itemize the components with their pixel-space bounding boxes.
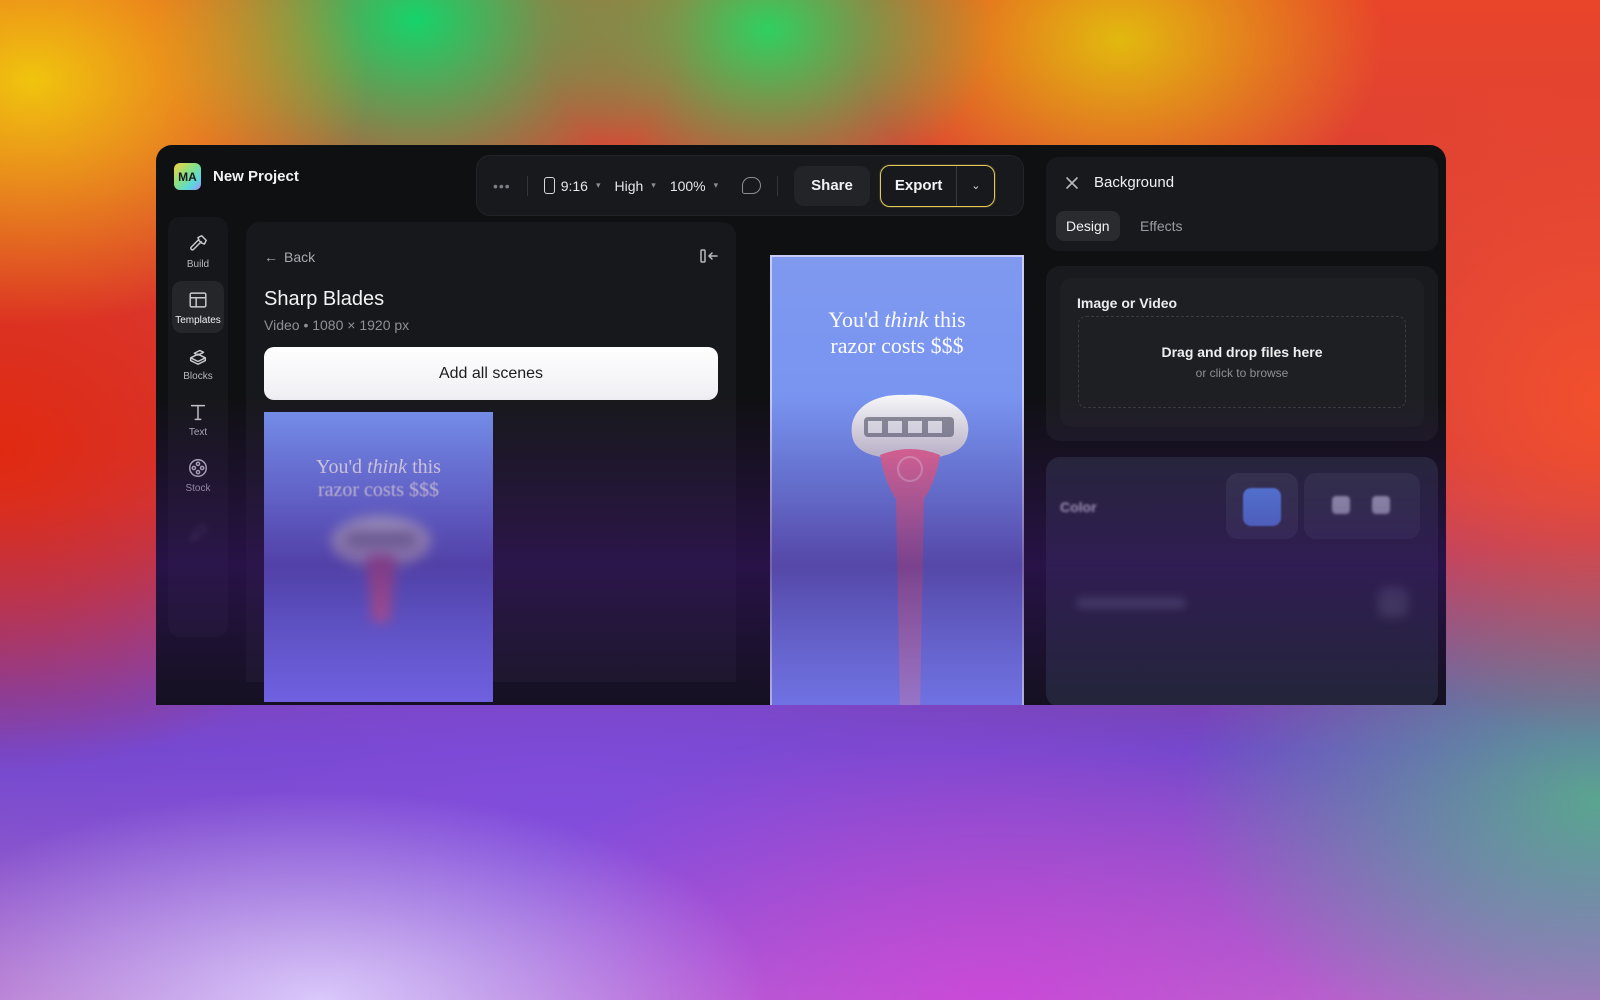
razor-image bbox=[331, 516, 431, 622]
fit-option-button[interactable] bbox=[1372, 496, 1390, 514]
scene-thumbnail[interactable]: You'd think this razor costs $$$ bbox=[264, 412, 493, 702]
quality-value: High bbox=[614, 177, 644, 194]
background-inspector-header: Background Design Effects bbox=[1046, 157, 1438, 251]
dropzone-title: Drag and drop files here bbox=[1161, 344, 1323, 360]
scene-thumbnail-caption: You'd think this razor costs $$$ bbox=[264, 456, 493, 502]
film-reel-icon bbox=[189, 458, 207, 477]
chevron-down-icon: ▾ bbox=[713, 180, 719, 190]
headline-emphasis: think bbox=[884, 307, 929, 332]
collapse-panel-icon[interactable] bbox=[700, 248, 718, 264]
rail-item-text[interactable]: Text bbox=[172, 393, 224, 445]
rail-item-templates[interactable]: Templates bbox=[172, 281, 224, 333]
hammer-icon bbox=[190, 234, 207, 250]
add-all-scenes-button[interactable]: Add all scenes bbox=[264, 347, 718, 400]
fit-options bbox=[1304, 473, 1420, 539]
chevron-down-icon: ⌄ bbox=[971, 180, 981, 192]
color-section: Color bbox=[1046, 457, 1438, 705]
top-toolbar: ••• 9:16 ▾ High ▾ 100% ▾ Share Export ⌄ bbox=[476, 155, 1024, 216]
zoom-value: 100% bbox=[669, 177, 706, 194]
aspect-ratio-value: 9:16 bbox=[560, 177, 588, 194]
phone-icon bbox=[543, 177, 555, 194]
caption-part: this bbox=[407, 456, 441, 478]
brush-icon bbox=[189, 523, 208, 542]
export-options-button[interactable]: ⌄ bbox=[956, 165, 994, 206]
rail-label: Build bbox=[186, 258, 210, 270]
tab-design[interactable]: Design bbox=[1056, 211, 1120, 241]
image-video-section: Image or Video Drag and drop files here … bbox=[1046, 266, 1438, 441]
tab-effects[interactable]: Effects bbox=[1130, 211, 1193, 241]
export-button-group: Export ⌄ bbox=[879, 164, 996, 207]
chevron-down-icon: ▾ bbox=[595, 180, 601, 190]
app-window: MA New Project ••• 9:16 ▾ High ▾ 100% ▾ … bbox=[156, 145, 1446, 705]
inspector-title: Background bbox=[1094, 174, 1175, 191]
color-swatch-container bbox=[1226, 473, 1298, 539]
rail-label: Blocks bbox=[183, 370, 213, 382]
preview-headline[interactable]: You'd think this razor costs $$$ bbox=[772, 307, 1022, 359]
headline-part: You'd bbox=[828, 307, 885, 332]
aspect-ratio-dropdown[interactable]: 9:16 ▾ bbox=[543, 177, 601, 194]
rail-item-blocks[interactable]: Blocks bbox=[172, 337, 224, 389]
template-meta: Video • 1080 × 1920 px bbox=[264, 317, 410, 333]
left-nav-rail: Build Templates Blocks Text Stock bbox=[168, 217, 228, 637]
rail-item-stock[interactable]: Stock bbox=[172, 449, 224, 501]
rail-item-build[interactable]: Build bbox=[172, 225, 224, 277]
project-header: MA New Project bbox=[174, 163, 299, 190]
avatar[interactable]: MA bbox=[174, 163, 201, 190]
project-name[interactable]: New Project bbox=[213, 168, 299, 185]
zoom-dropdown[interactable]: 100% ▾ bbox=[670, 178, 718, 194]
color-label: Color bbox=[1060, 499, 1097, 515]
share-button[interactable]: Share bbox=[794, 165, 870, 206]
layout-icon bbox=[189, 291, 207, 308]
rail-item-blurred[interactable] bbox=[172, 507, 224, 559]
comment-icon[interactable] bbox=[742, 177, 762, 194]
blocks-icon bbox=[189, 349, 207, 365]
caption-line-2: razor costs $$$ bbox=[317, 479, 440, 501]
close-icon[interactable] bbox=[1064, 175, 1080, 191]
canvas-preview[interactable]: You'd think this razor costs $$$ bbox=[770, 255, 1024, 705]
quality-dropdown[interactable]: High ▾ bbox=[615, 178, 656, 194]
blurred-control bbox=[1378, 587, 1408, 617]
toolbar-divider bbox=[777, 175, 779, 196]
headline-line-2: razor costs $$$ bbox=[830, 333, 964, 358]
upload-inner: Image or Video Drag and drop files here … bbox=[1060, 278, 1424, 427]
headline-part: this bbox=[928, 307, 966, 332]
razor-image[interactable] bbox=[844, 389, 974, 705]
back-label: Back bbox=[284, 249, 316, 265]
file-dropzone[interactable]: Drag and drop files here or click to bro… bbox=[1078, 316, 1406, 408]
caption-part: You'd bbox=[316, 456, 368, 478]
template-title: Sharp Blades bbox=[264, 288, 385, 310]
caption-emphasis: think bbox=[367, 456, 408, 478]
blurred-row bbox=[1076, 597, 1186, 609]
rail-label: Stock bbox=[185, 482, 211, 494]
color-swatch[interactable] bbox=[1243, 488, 1281, 526]
upload-label: Image or Video bbox=[1077, 295, 1178, 311]
more-options-icon[interactable]: ••• bbox=[493, 178, 511, 194]
templates-panel: ← Back Sharp Blades Video • 1080 × 1920 … bbox=[246, 222, 736, 702]
fit-option-button[interactable] bbox=[1332, 496, 1350, 514]
toolbar-divider bbox=[526, 175, 528, 196]
text-icon bbox=[190, 404, 206, 420]
back-link[interactable]: ← Back bbox=[264, 249, 315, 265]
export-button[interactable]: Export bbox=[881, 166, 957, 206]
chevron-down-icon: ▾ bbox=[651, 180, 656, 190]
rail-label: Text bbox=[188, 426, 208, 438]
rail-label: Templates bbox=[175, 314, 221, 326]
arrow-left-icon: ← bbox=[264, 249, 278, 265]
dropzone-subtitle: or click to browse bbox=[1195, 366, 1289, 380]
